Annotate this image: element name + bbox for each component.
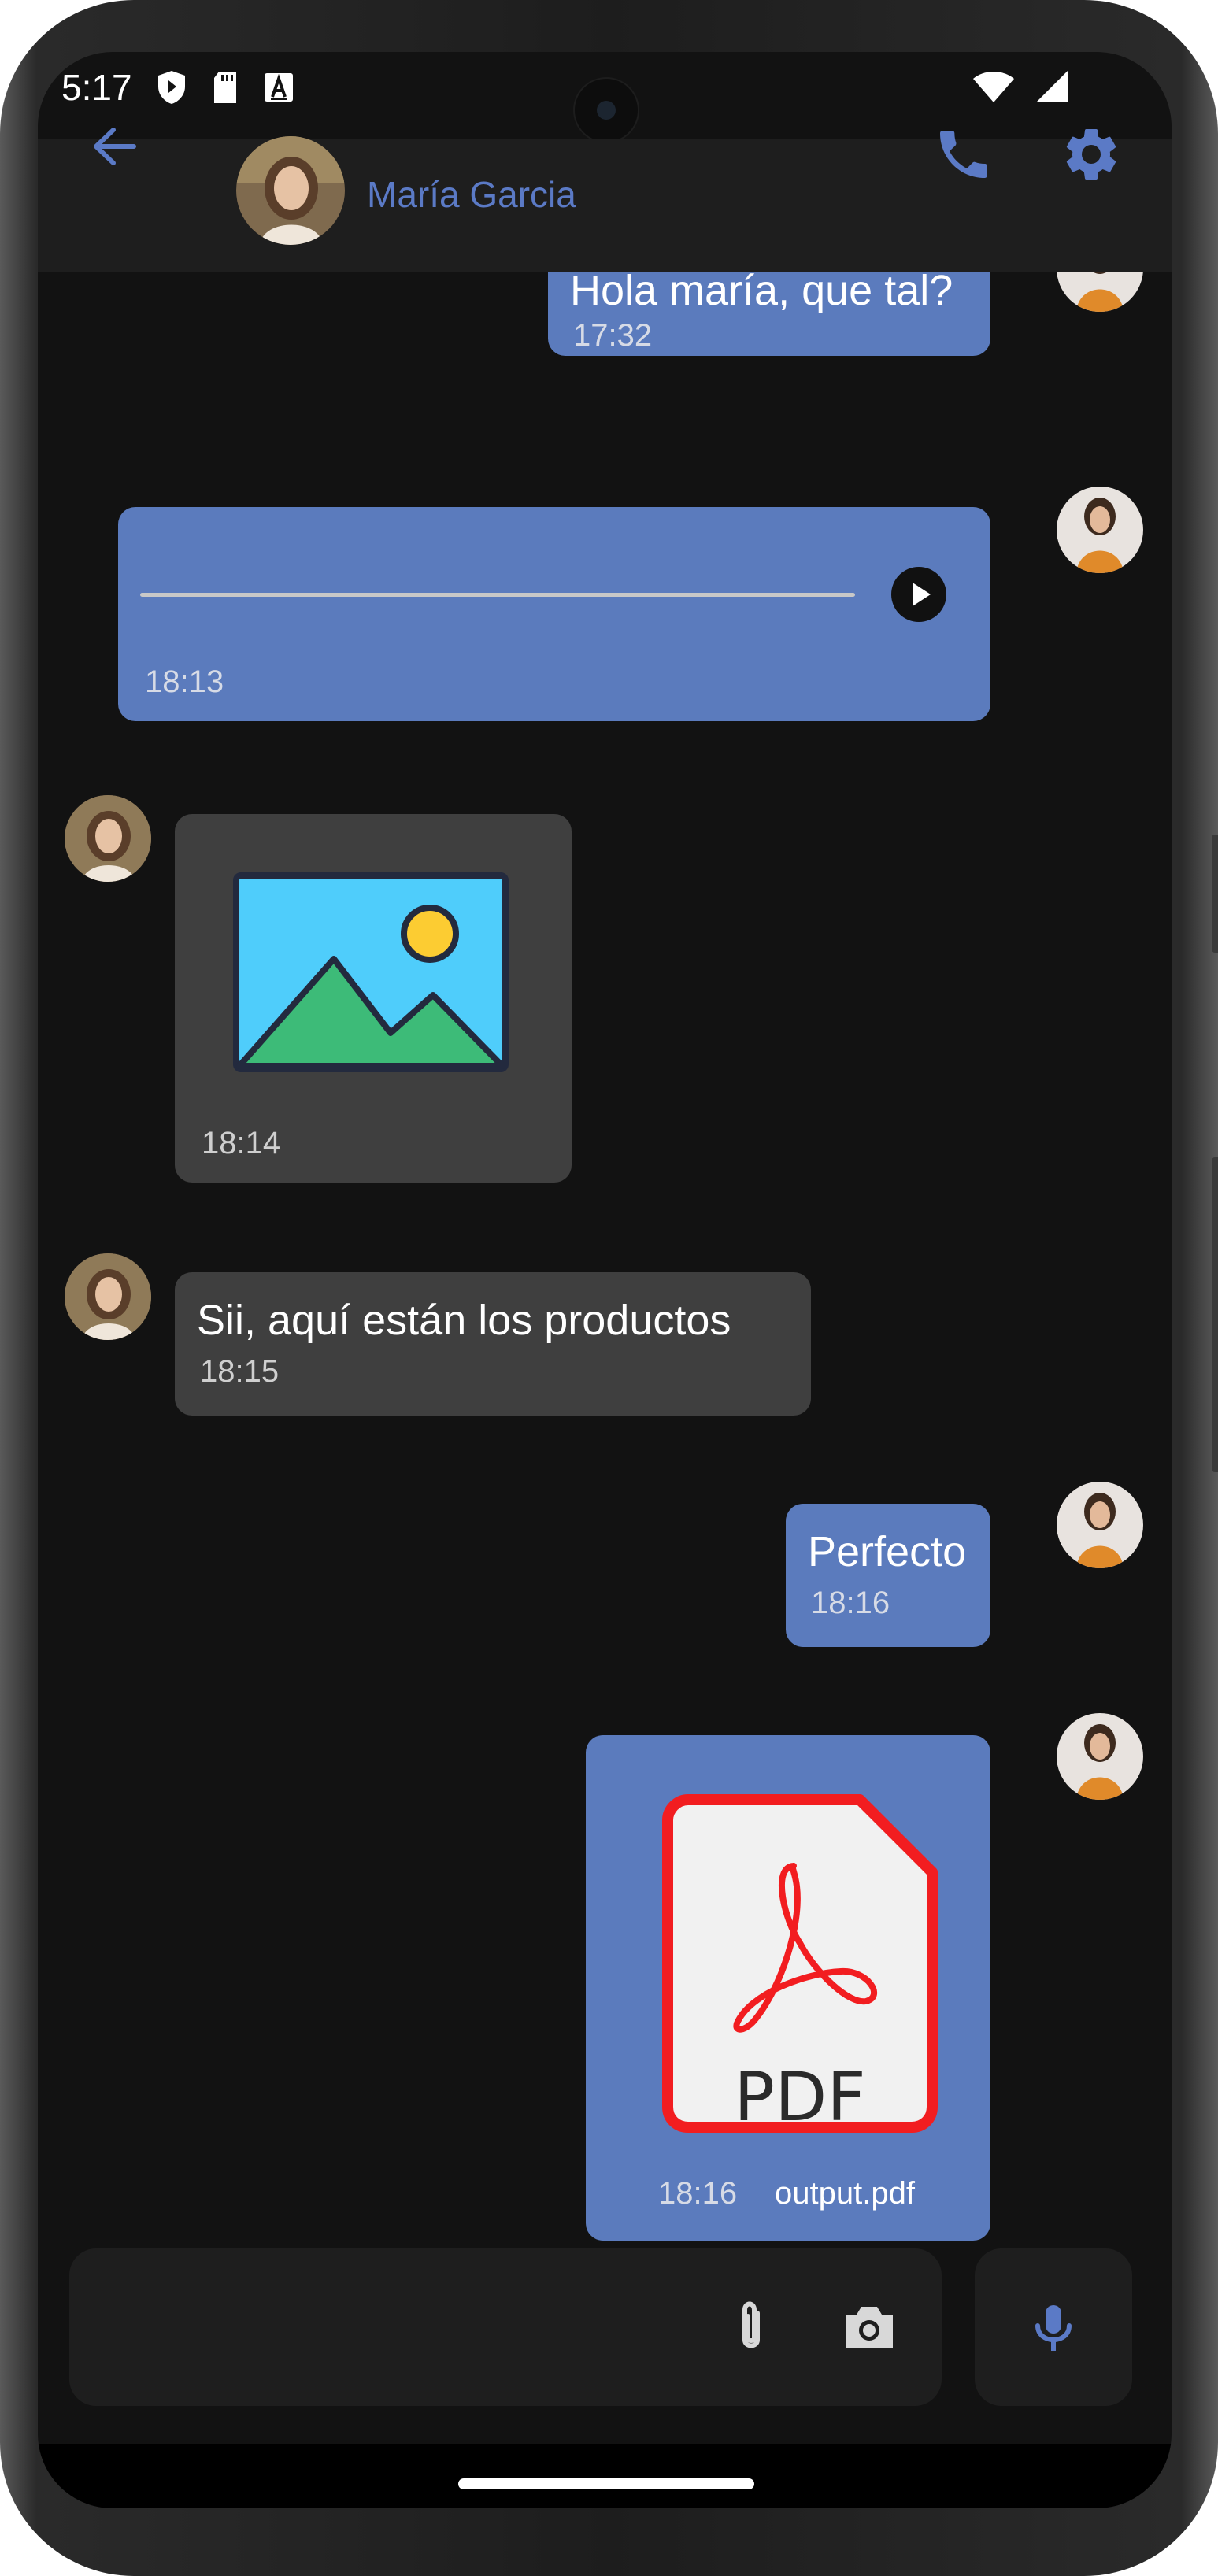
status-bar: 5:17 bbox=[38, 52, 1172, 143]
message-time: 18:16 bbox=[658, 2176, 738, 2211]
contact-avatar[interactable] bbox=[236, 136, 345, 245]
microphone-icon bbox=[1035, 2305, 1072, 2351]
front-camera bbox=[573, 77, 639, 143]
image-placeholder-icon bbox=[233, 872, 509, 1072]
message-time: 18:14 bbox=[202, 1126, 281, 1160]
device-frame: 5:17 María Garcia Hola maría, que tal? 1… bbox=[0, 0, 1218, 2576]
signal-icon bbox=[1036, 71, 1068, 102]
play-button[interactable] bbox=[891, 567, 946, 622]
my-avatar bbox=[1057, 272, 1143, 312]
message-time: 18:13 bbox=[145, 664, 224, 699]
power-button bbox=[1212, 1157, 1218, 1472]
my-avatar bbox=[1057, 1482, 1143, 1568]
message-bubble[interactable]: Sii, aquí están los productos 18:15 bbox=[175, 1272, 811, 1416]
play-icon bbox=[913, 583, 931, 606]
navigation-bar bbox=[38, 2444, 1172, 2508]
contact-name[interactable]: María Garcia bbox=[367, 173, 576, 216]
home-indicator[interactable] bbox=[458, 2478, 754, 2489]
message-text: Sii, aquí están los productos bbox=[197, 1297, 731, 1344]
status-time: 5:17 bbox=[61, 67, 132, 108]
sd-card-icon bbox=[214, 72, 236, 103]
back-arrow-icon[interactable] bbox=[87, 119, 142, 174]
message-bubble[interactable]: Perfecto 18:16 bbox=[786, 1504, 990, 1647]
message-time: 18:15 bbox=[200, 1354, 280, 1389]
message-list[interactable]: Hola maría, que tal? 17:32 18:13 18:14 S… bbox=[38, 272, 1172, 2256]
wifi-icon bbox=[973, 72, 1014, 102]
file-message-bubble[interactable]: PDF 18:16 output.pdf bbox=[586, 1735, 990, 2241]
image-message-bubble[interactable]: 18:14 bbox=[175, 814, 572, 1183]
contact-avatar-small bbox=[65, 1253, 151, 1340]
message-time: 17:32 bbox=[573, 318, 653, 353]
message-time: 18:16 bbox=[811, 1586, 890, 1620]
phone-screen: 5:17 María Garcia Hola maría, que tal? 1… bbox=[38, 52, 1172, 2508]
my-avatar bbox=[1057, 487, 1143, 573]
volume-button bbox=[1212, 835, 1218, 953]
pdf-label: PDF bbox=[734, 2058, 866, 2137]
message-input[interactable] bbox=[69, 2248, 942, 2406]
shield-icon bbox=[158, 71, 185, 104]
keyboard-a-icon bbox=[265, 73, 293, 102]
camera-icon[interactable] bbox=[838, 2296, 901, 2359]
mic-button[interactable] bbox=[975, 2248, 1132, 2406]
message-text: Perfecto bbox=[808, 1528, 967, 1575]
audio-progress-track[interactable] bbox=[140, 593, 855, 597]
chat-header bbox=[38, 139, 1172, 272]
contact-avatar-small bbox=[65, 795, 151, 882]
gear-icon[interactable] bbox=[1060, 123, 1123, 186]
message-bubble[interactable]: Hola maría, que tal? 17:32 bbox=[548, 272, 990, 356]
audio-message-bubble[interactable]: 18:13 bbox=[118, 507, 990, 721]
message-text: Hola maría, que tal? bbox=[570, 272, 953, 314]
file-name[interactable]: output.pdf bbox=[775, 2176, 915, 2211]
paperclip-icon[interactable] bbox=[720, 2296, 783, 2359]
phone-icon[interactable] bbox=[932, 123, 995, 186]
my-avatar bbox=[1057, 1713, 1143, 1800]
contact-photo bbox=[236, 136, 345, 245]
